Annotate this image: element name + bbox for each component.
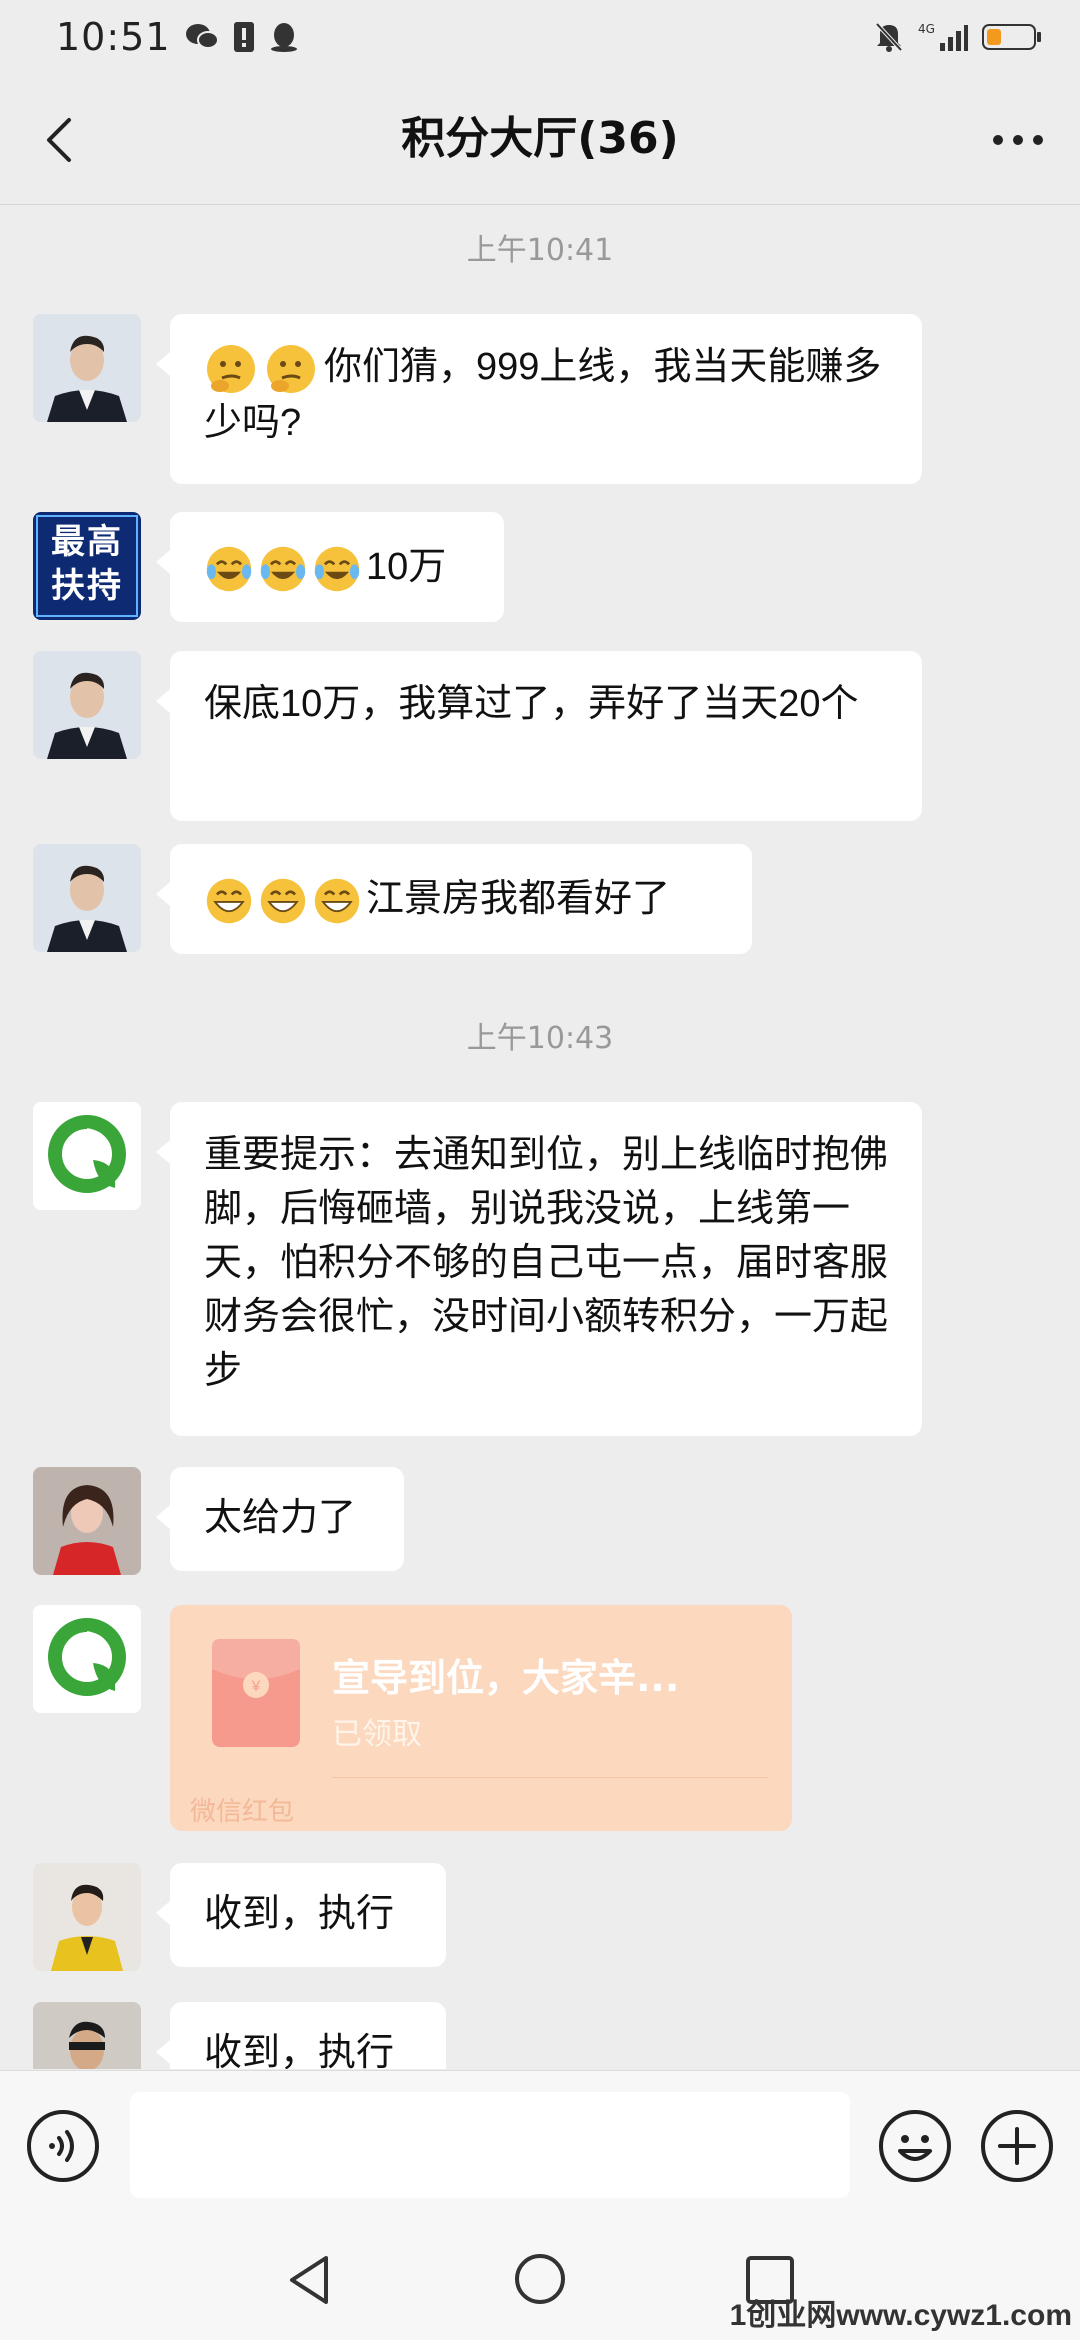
- thinking-face-icon: [264, 342, 318, 396]
- message-text: 江景房我都看好了: [366, 878, 671, 920]
- message-bubble[interactable]: 10万: [156, 512, 504, 622]
- message-bubble[interactable]: 收到，执行: [156, 2002, 446, 2069]
- tears-of-joy-icon: [312, 544, 362, 594]
- input-bar: [0, 2070, 1080, 2219]
- message-text: 保底10万，我算过了，弄好了当天20个: [204, 683, 859, 725]
- nav-home-icon[interactable]: [512, 2251, 568, 2307]
- avatar[interactable]: [33, 1605, 141, 1713]
- avatar[interactable]: 最高扶持: [33, 512, 141, 620]
- message-text: 收到，执行: [204, 1893, 395, 1935]
- red-packet-card[interactable]: ￥ 宣导到位，大家辛... 已领取 微信红包: [170, 1605, 792, 1831]
- signal-icon: 4G: [918, 21, 968, 53]
- emoji-button-icon[interactable]: [878, 2109, 952, 2183]
- grinning-face-icon: [312, 876, 362, 926]
- more-dots-icon: [993, 135, 1043, 145]
- nav-back-icon[interactable]: [282, 2252, 338, 2308]
- voice-input-icon[interactable]: [26, 2109, 100, 2183]
- tears-of-joy-icon: [258, 544, 308, 594]
- avatar[interactable]: [33, 651, 141, 759]
- red-packet-label: 微信红包: [190, 1797, 295, 1827]
- avatar[interactable]: [33, 314, 141, 422]
- message-bubble[interactable]: 重要提示：去通知到位，别上线临时抱佛脚，后悔砸墙，别说我没说，上线第一天，怕积分…: [156, 1102, 922, 1436]
- message-bubble[interactable]: 江景房我都看好了: [156, 844, 752, 954]
- message-text: 太给力了: [204, 1497, 357, 1539]
- brand-logo-icon: [33, 1605, 141, 1713]
- message-text: 10万: [366, 546, 447, 588]
- status-time: 10:51: [56, 15, 171, 59]
- status-bar: 10:51 4G: [0, 0, 1080, 74]
- chat-title: 积分大厅(36): [401, 113, 679, 164]
- red-packet-title: 宣导到位，大家辛...: [332, 1656, 680, 1700]
- message-text: 重要提示：去通知到位，别上线临时抱佛脚，后悔砸墙，别说我没说，上线第一天，怕积分…: [204, 1134, 889, 1392]
- network-type-label: 4G: [918, 22, 935, 36]
- red-packet-status: 已领取: [332, 1717, 422, 1752]
- brand-logo-icon: [33, 1102, 141, 1210]
- red-packet-divider: [332, 1777, 768, 1778]
- timestamp: 上午10:41: [466, 233, 614, 268]
- message-bubble[interactable]: 收到，执行: [156, 1863, 446, 1967]
- tears-of-joy-icon: [204, 544, 254, 594]
- message-bubble[interactable]: 保底10万，我算过了，弄好了当天20个: [156, 651, 922, 821]
- avatar[interactable]: [33, 1863, 141, 1971]
- chat-header: 积分大厅(36): [0, 74, 1080, 205]
- wechat-icon: [185, 22, 219, 52]
- message-bubble[interactable]: 太给力了: [156, 1467, 404, 1571]
- message-bubble[interactable]: 你们猜，999上线，我当天能赚多少吗?: [156, 314, 922, 484]
- svg-text:￥: ￥: [249, 1679, 263, 1695]
- plus-button-icon[interactable]: [980, 2109, 1054, 2183]
- message-text: 收到，执行: [204, 2032, 395, 2069]
- avatar[interactable]: [33, 2002, 141, 2069]
- avatar[interactable]: [33, 844, 141, 952]
- thinking-face-icon: [204, 342, 258, 396]
- more-options-button[interactable]: [986, 118, 1050, 162]
- grinning-face-icon: [204, 876, 254, 926]
- watermark-text: 1创业网www.cywz1.com: [729, 2299, 1072, 2332]
- message-input[interactable]: [130, 2092, 850, 2198]
- red-envelope-icon: ￥: [212, 1639, 300, 1747]
- avatar[interactable]: [33, 1102, 141, 1210]
- battery-icon: [982, 22, 1042, 52]
- system-nav-bar: 1创业网www.cywz1.com: [0, 2218, 1080, 2340]
- message-list[interactable]: 上午10:41 你们猜，999上线，我当天能赚多少吗? 最高扶持 10万 保底1…: [0, 205, 1080, 2069]
- avatar-text: 最高扶持: [51, 522, 123, 606]
- timestamp: 上午10:43: [466, 1021, 614, 1056]
- avatar[interactable]: [33, 1467, 141, 1575]
- qq-icon: [269, 21, 299, 53]
- alert-icon: [233, 21, 255, 53]
- mute-bell-icon: [874, 21, 904, 53]
- grinning-face-icon: [258, 876, 308, 926]
